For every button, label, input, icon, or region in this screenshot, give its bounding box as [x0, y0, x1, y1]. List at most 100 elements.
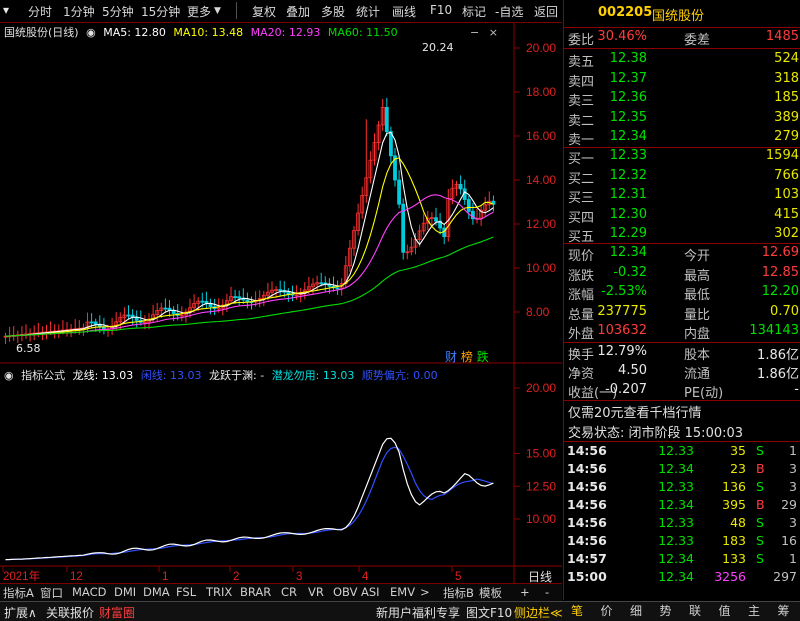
tick-time: 14:56 — [567, 479, 607, 494]
indicator-tab[interactable]: ASI — [361, 585, 380, 599]
indicator-tab[interactable]: 指标A — [3, 585, 34, 601]
tick-count: 297 — [773, 569, 797, 584]
stat-value: 1.86亿 — [757, 348, 799, 363]
badge-group: 财 榜 跌 — [445, 348, 489, 365]
quote-tab[interactable]: 细 — [630, 602, 642, 619]
quote-stat-row: 涨幅 -2.53% 最低 12.20 — [564, 283, 800, 303]
quote-tab[interactable]: 主 — [748, 602, 760, 619]
stat-label: PE(动) — [684, 386, 724, 401]
wealth-circle-button[interactable]: 财富圈 — [99, 604, 135, 621]
indicator-tab[interactable]: + — [520, 585, 530, 599]
tick-volume: 23 — [730, 461, 746, 476]
level-price: 12.35 — [609, 109, 647, 125]
quote-tab[interactable]: 笔 — [571, 602, 583, 619]
promo-row[interactable]: 仅需20元查看千档行情 — [564, 401, 800, 421]
badge-rank[interactable]: 榜 — [461, 350, 473, 364]
order-book-row: 卖四 12.37 318 — [564, 70, 800, 90]
indicator-tab[interactable]: 窗口 — [40, 585, 63, 601]
level-price: 12.38 — [609, 51, 647, 66]
indicator-tab[interactable]: TRIX — [206, 585, 232, 599]
indicator-tab[interactable]: CR — [281, 585, 297, 599]
quote-tab[interactable]: 联 — [689, 602, 701, 619]
indicator-tab[interactable]: FSL — [176, 585, 196, 599]
f10-button[interactable]: 图文F10 — [466, 604, 512, 621]
dragon-line-label: 龙线: 13.03 — [72, 369, 134, 382]
stat-value: 0.70 — [770, 303, 799, 319]
level-price: 12.30 — [609, 206, 647, 222]
kline-chart[interactable]: 20.00 18.00 16.00 14.00 12.00 10.00 8.00 20.00… — [0, 0, 562, 600]
stat-value: 1.86亿 — [757, 367, 799, 382]
level-volume: 185 — [774, 90, 799, 106]
order-book-row: 买四 12.30 415 — [564, 206, 800, 226]
trade-state: 交易状态: 闭市阶段 15:00:03 — [568, 426, 744, 441]
tick-time: 14:56 — [567, 443, 607, 458]
stat-label: 总量 — [568, 307, 595, 323]
x-axis-tick: 3 — [296, 571, 302, 583]
tick-row: 14:56 12.34 395 B 29 — [564, 496, 800, 514]
close-icon[interactable]: × — [489, 26, 498, 39]
indicator-tab[interactable]: DMA — [143, 585, 170, 599]
level-label: 卖二 — [568, 113, 595, 129]
quote-tab[interactable]: 势 — [660, 602, 672, 619]
indicator-toggle-icon[interactable]: ◉ — [4, 369, 14, 382]
tick-time: 14:56 — [567, 497, 607, 512]
indicator-legend: ◉ 指标公式 龙线: 13.03 闲线: 13.03 龙跃于渊: - 潜龙勿用:… — [4, 367, 442, 383]
level-price: 12.34 — [609, 129, 647, 145]
tick-direction: B — [756, 497, 765, 512]
tick-count: 29 — [781, 497, 797, 512]
stat-label: 股本 — [684, 348, 711, 363]
level-volume: 279 — [774, 129, 799, 145]
indicator-tab[interactable]: EMV — [390, 585, 415, 599]
promo-link[interactable]: 新用户福利专享 — [376, 604, 460, 621]
stat-label: 外盘 — [568, 327, 595, 343]
level-volume: 103 — [774, 187, 799, 203]
linked-quote-button[interactable]: 关联报价 — [46, 604, 94, 621]
quote-stat-row: 总量 237775 量比 0.70 — [564, 303, 800, 323]
zoom-out-icon[interactable]: − — [470, 26, 479, 39]
ma5-label: MA5: 12.80 — [103, 26, 166, 39]
x-axis-tick: 2 — [233, 571, 239, 583]
indicator-tab[interactable]: DMI — [114, 585, 136, 599]
indicator-tab[interactable]: VR — [308, 585, 324, 599]
badge-fall[interactable]: 跌 — [477, 350, 489, 364]
quote-panel: 002205 国统股份 委比 30.46% 委差 1485 卖五 12.38 524… — [563, 0, 800, 600]
quote-tab[interactable]: 筹 — [778, 602, 790, 619]
quote-stat-row: 现价 12.34 今开 12.69 — [564, 244, 800, 264]
tick-row: 14:57 12.34 133 S 1 — [564, 550, 800, 568]
indicator-tab[interactable]: 指标B — [443, 585, 474, 601]
order-book-row: 卖五 12.38 524 — [564, 50, 800, 70]
quote-stat-row: 外盘 103632 内盘 134143 — [564, 322, 800, 342]
quote-stat-row: 涨跌 -0.32 最高 12.85 — [564, 264, 800, 284]
ma60-line — [5, 236, 494, 337]
stat-value: 134143 — [749, 323, 799, 339]
stat-value: 12.20 — [761, 284, 799, 300]
indicator-tab[interactable]: > — [420, 585, 430, 599]
indicator-tab[interactable]: - — [545, 585, 549, 599]
quote-tab[interactable]: 价 — [601, 602, 613, 619]
tick-row: 14:56 12.33 183 S 16 — [564, 532, 800, 550]
stat-value: 12.34 — [609, 245, 647, 260]
order-book-row: 卖三 12.36 185 — [564, 89, 800, 109]
level-label: 买三 — [568, 191, 595, 207]
depth-promo[interactable]: 仅需20元查看千档行情 — [568, 402, 702, 421]
tick-count: 3 — [789, 461, 797, 476]
level-label: 买四 — [568, 210, 595, 226]
indicator-tab[interactable]: BRAR — [240, 585, 271, 599]
stat-value: 237775 — [597, 303, 647, 319]
badge-finance[interactable]: 财 — [445, 350, 457, 364]
expand-button[interactable]: 扩展∧ — [4, 604, 37, 621]
indicator-tab[interactable]: OBV — [333, 585, 357, 599]
stat-label: 净资 — [568, 367, 595, 382]
level-price: 12.31 — [609, 187, 647, 203]
legend-toggle-icon[interactable]: ◉ — [86, 26, 96, 39]
level-label: 买一 — [568, 152, 595, 167]
tick-volume: 3256 — [714, 569, 746, 584]
stat-label: 流通 — [684, 367, 711, 382]
indicator-tab[interactable]: MACD — [72, 585, 106, 599]
indicator-tab[interactable]: 模板 — [479, 585, 502, 601]
sidebar-button[interactable]: 侧边栏≪ — [514, 604, 563, 621]
level-volume: 1594 — [765, 148, 799, 163]
x-axis-tick: 12 — [70, 571, 83, 583]
level-volume: 389 — [774, 109, 799, 125]
quote-tab[interactable]: 值 — [719, 602, 731, 619]
